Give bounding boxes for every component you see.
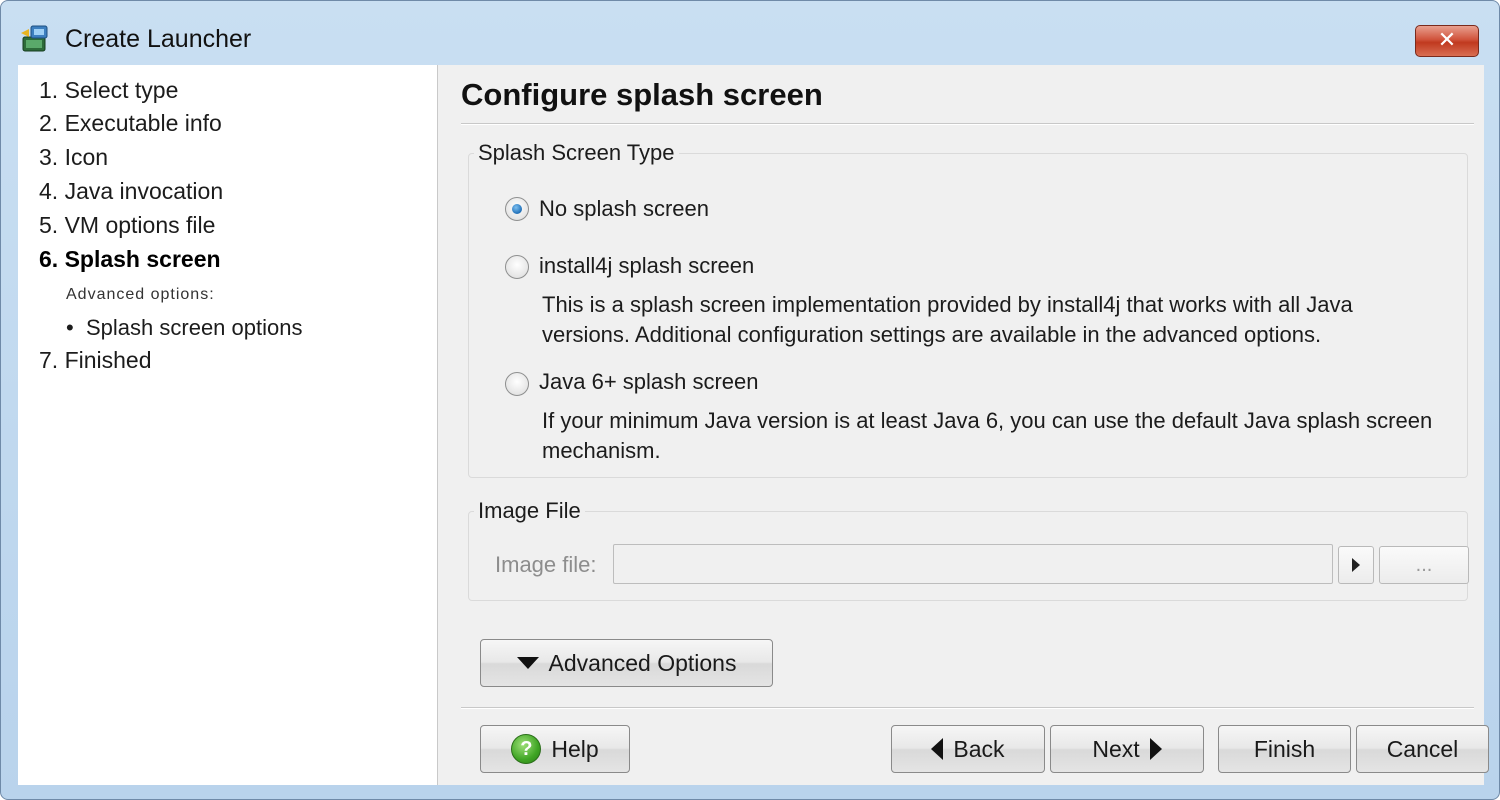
step-splash-screen[interactable]: 6. Splash screen	[39, 246, 221, 273]
help-icon: ?	[511, 734, 542, 764]
next-label: Next	[1092, 735, 1140, 762]
arrow-left-icon	[931, 738, 944, 760]
advanced-options-label: Advanced Options	[548, 649, 737, 676]
sidebar-item-splash-screen-options[interactable]: • Splash screen options	[66, 315, 302, 341]
back-button[interactable]: Back	[891, 725, 1045, 773]
image-file-group-label: Image File	[474, 498, 585, 524]
close-icon: ✕	[1437, 28, 1457, 53]
help-label: Help	[551, 735, 599, 762]
finish-button[interactable]: Finish	[1218, 725, 1351, 773]
step-finished[interactable]: 7. Finished	[39, 347, 152, 374]
chevron-down-icon	[516, 657, 539, 669]
launcher-app-icon	[21, 25, 48, 52]
radio-java6-splash-label[interactable]: Java 6+ splash screen	[539, 369, 759, 395]
java6-splash-description: If your minimum Java version is at least…	[542, 408, 1433, 463]
dialog-client-area: 1. Select type 2. Executable info 3. Ico…	[18, 65, 1489, 785]
back-label: Back	[953, 735, 1005, 762]
image-file-arrow-button[interactable]	[1338, 546, 1374, 584]
arrow-right-icon	[1352, 558, 1360, 572]
advanced-options-label: Advanced options:	[66, 286, 215, 303]
arrow-right-icon	[1149, 738, 1162, 760]
next-button[interactable]: Next	[1050, 725, 1204, 773]
step-select-type[interactable]: 1. Select type	[39, 77, 178, 104]
install4j-splash-description: This is a splash screen implementation p…	[542, 292, 1353, 347]
step-java-invocation[interactable]: 4. Java invocation	[39, 178, 223, 205]
radio-no-splash-label[interactable]: No splash screen	[539, 196, 709, 222]
title-bar[interactable]: Create Launcher ✕	[1, 1, 1499, 65]
step-executable-info[interactable]: 2. Executable info	[39, 110, 222, 137]
main-panel: Configure splash screen Splash Screen Ty…	[439, 65, 1489, 785]
window-title: Create Launcher	[65, 25, 252, 53]
page-title: Configure splash screen	[461, 77, 823, 112]
browse-button[interactable]: ...	[1379, 546, 1469, 584]
create-launcher-window: Create Launcher ✕ 1. Select type 2. Exec…	[0, 0, 1500, 800]
step-vm-options-file[interactable]: 5. VM options file	[39, 212, 215, 239]
radio-icon[interactable]	[505, 255, 529, 279]
footer-divider	[461, 707, 1474, 709]
radio-icon[interactable]	[505, 197, 529, 221]
title-divider	[461, 123, 1474, 125]
step-icon[interactable]: 3. Icon	[39, 144, 108, 171]
radio-install4j-splash-label[interactable]: install4j splash screen	[539, 253, 754, 279]
bullet: •	[66, 315, 74, 340]
image-file-input[interactable]	[613, 544, 1333, 584]
sidebar-item-label: Splash screen options	[86, 315, 303, 340]
close-button[interactable]: ✕	[1415, 25, 1479, 57]
advanced-options-button[interactable]: Advanced Options	[480, 639, 773, 687]
radio-icon[interactable]	[505, 372, 529, 396]
wizard-steps-sidebar: 1. Select type 2. Executable info 3. Ico…	[18, 65, 438, 785]
image-file-label: Image file:	[495, 552, 597, 577]
cancel-button[interactable]: Cancel	[1356, 725, 1489, 773]
help-button[interactable]: ? Help	[480, 725, 630, 773]
splash-type-group-label: Splash Screen Type	[474, 140, 679, 166]
